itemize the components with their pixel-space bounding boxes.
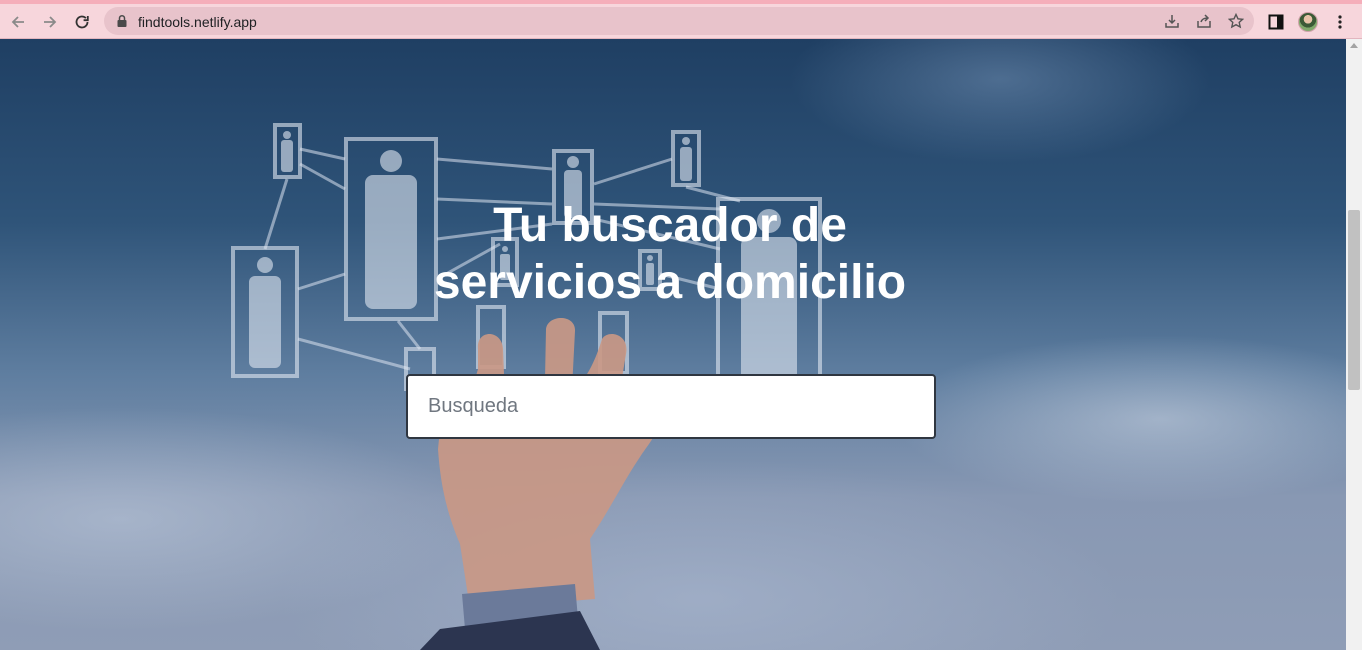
hero-title-line-2: servicios a domicilio: [433, 256, 907, 309]
share-icon[interactable]: [1195, 12, 1213, 30]
reload-icon[interactable]: [69, 9, 95, 35]
forward-arrow-icon[interactable]: [37, 9, 63, 35]
scrollbar-thumb[interactable]: [1348, 210, 1360, 390]
lock-icon[interactable]: [116, 14, 128, 33]
profile-avatar[interactable]: [1295, 9, 1321, 35]
search-input[interactable]: [406, 374, 936, 439]
menu-kebab-icon[interactable]: [1327, 9, 1353, 35]
scroll-up-arrow-icon[interactable]: [1350, 43, 1358, 48]
hero-title-line-1: Tu buscador de: [493, 199, 847, 252]
install-icon[interactable]: [1163, 12, 1181, 30]
address-bar[interactable]: findtools.netlify.app: [104, 7, 1254, 35]
side-panel-icon[interactable]: [1263, 9, 1289, 35]
star-icon[interactable]: [1227, 12, 1245, 30]
back-arrow-icon[interactable]: [5, 9, 31, 35]
scrollbar[interactable]: [1346, 39, 1362, 650]
hero-section: Tu buscador de servicios a domicilio: [0, 39, 1346, 650]
hero-title: Tu buscador de servicios a domicilio: [370, 197, 970, 311]
browser-toolbar: findtools.netlify.app: [0, 0, 1362, 39]
avatar: [1298, 12, 1318, 32]
url-text[interactable]: findtools.netlify.app: [138, 14, 257, 30]
people-network-illustration: [231, 123, 822, 650]
